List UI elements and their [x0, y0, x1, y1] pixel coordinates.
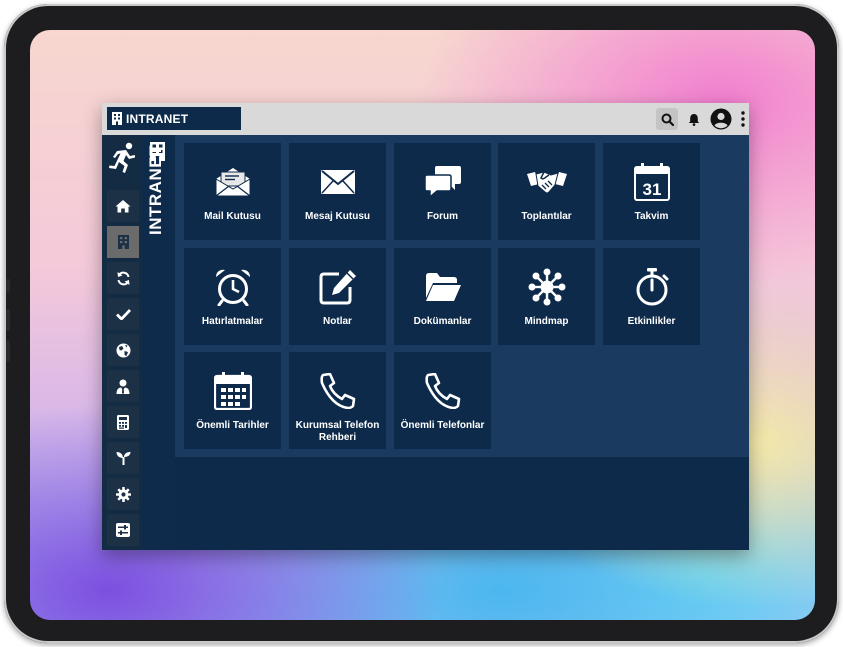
sidebar-item-tasks[interactable] — [107, 298, 139, 330]
stopwatch-icon — [636, 268, 668, 306]
tile-label: Forum — [426, 211, 459, 222]
more-menu-button[interactable] — [738, 108, 748, 130]
brand-button[interactable]: INTRANET — [107, 107, 241, 130]
tile-etkinlikler[interactable]: Etkinlikler — [603, 248, 700, 345]
bell-icon — [688, 113, 700, 126]
tile-onemli-telefonlar[interactable]: Önemli Telefonlar — [394, 352, 491, 449]
tile-hatirlatmalar[interactable]: Hatırlatmalar — [184, 248, 281, 345]
comments-icon — [424, 166, 461, 198]
folder-open-icon — [425, 273, 461, 301]
network-icon — [528, 268, 565, 306]
tile-label: Kurumsal Telefon Rehberi — [295, 420, 380, 443]
sidebar-item-intranet[interactable] — [107, 226, 139, 258]
sidebar-item-calculator[interactable] — [107, 406, 139, 438]
phone-icon — [319, 373, 355, 409]
search-button[interactable] — [656, 108, 678, 130]
tile-mesaj-kutusu[interactable]: Mesaj Kutusu — [289, 143, 386, 240]
user-tie-icon — [116, 379, 130, 394]
tile-label: Mindmap — [524, 316, 569, 327]
home-icon — [115, 200, 131, 213]
tile-forum[interactable]: Forum — [394, 143, 491, 240]
tile-notlar[interactable]: Notlar — [289, 248, 386, 345]
sidebar-item-growth[interactable] — [107, 442, 139, 474]
sidebar-item-preferences[interactable] — [107, 514, 139, 546]
alarm-clock-icon — [215, 269, 250, 306]
more-vertical-icon — [741, 111, 745, 127]
side-button — [6, 340, 10, 362]
sidebar-item-sync[interactable] — [107, 262, 139, 294]
top-bar: INTRANET — [102, 103, 749, 135]
side-button — [6, 279, 10, 293]
check-icon — [115, 309, 131, 320]
refresh-icon — [117, 271, 129, 285]
tile-label: Dokümanlar — [413, 316, 472, 327]
tile-takvim[interactable]: 31 Takvim — [603, 143, 700, 240]
tile-label: Önemli Telefonlar — [400, 420, 485, 431]
search-icon — [661, 113, 674, 126]
svg-text:31: 31 — [642, 180, 661, 199]
edit-icon — [319, 270, 356, 305]
globe-icon — [116, 343, 130, 357]
tile-label: Mesaj Kutusu — [304, 211, 370, 222]
gear-icon — [115, 486, 131, 502]
calendar-grid-icon — [213, 372, 252, 410]
notifications-button[interactable] — [683, 108, 705, 130]
sliders-icon — [116, 523, 130, 537]
tile-toplantilar[interactable]: Toplantılar — [498, 143, 595, 240]
tile-mail-kutusu[interactable]: Mail Kutusu — [184, 143, 281, 240]
sidebar — [102, 135, 142, 550]
tile-onemli-tarihler[interactable]: Önemli Tarihler — [184, 352, 281, 449]
sidebar-item-people[interactable] — [107, 370, 139, 402]
section-title-vertical: INTRANET — [146, 145, 165, 235]
building-icon — [112, 112, 122, 125]
tile-label: Notlar — [323, 316, 352, 327]
app-grid: Mail Kutusu Mesaj Kutusu Forum Toplantıl… — [175, 135, 749, 457]
tile-kurumsal-telefon-rehberi[interactable]: Kurumsal Telefon Rehberi — [289, 352, 386, 449]
tile-label: Hatırlatmalar — [201, 316, 264, 327]
open-envelope-icon — [215, 168, 250, 197]
tile-label: Takvim — [634, 211, 669, 222]
sidebar-item-settings[interactable] — [107, 478, 139, 510]
user-circle-icon — [710, 108, 732, 130]
sidebar-item-web[interactable] — [107, 334, 139, 366]
calculator-icon — [117, 414, 129, 430]
brand-title: INTRANET — [126, 111, 189, 126]
handshake-icon — [526, 171, 567, 194]
tile-mindmap[interactable]: Mindmap — [498, 248, 595, 345]
tile-label: Etkinlikler — [627, 316, 676, 327]
envelope-icon — [320, 170, 355, 194]
content-footer-area — [175, 457, 749, 550]
building-icon — [117, 235, 129, 249]
user-menu-button[interactable] — [710, 108, 732, 130]
tile-label: Önemli Tarihler — [196, 420, 269, 431]
tile-label: Toplantılar — [521, 211, 572, 222]
section-header-strip: INTRANET — [142, 135, 175, 550]
seedling-icon — [116, 452, 130, 465]
intranet-window: INTRANET INTRANET Mail Kutusu Mesaj Kutu… — [102, 103, 749, 550]
sidebar-item-home[interactable] — [107, 190, 139, 222]
phone-icon — [424, 373, 460, 409]
side-button — [6, 309, 10, 331]
runner-logo-icon — [107, 141, 137, 175]
tile-label: Mail Kutusu — [204, 211, 261, 222]
tile-dokumanlar[interactable]: Dokümanlar — [394, 248, 491, 345]
calendar-31-icon: 31 — [633, 163, 670, 201]
